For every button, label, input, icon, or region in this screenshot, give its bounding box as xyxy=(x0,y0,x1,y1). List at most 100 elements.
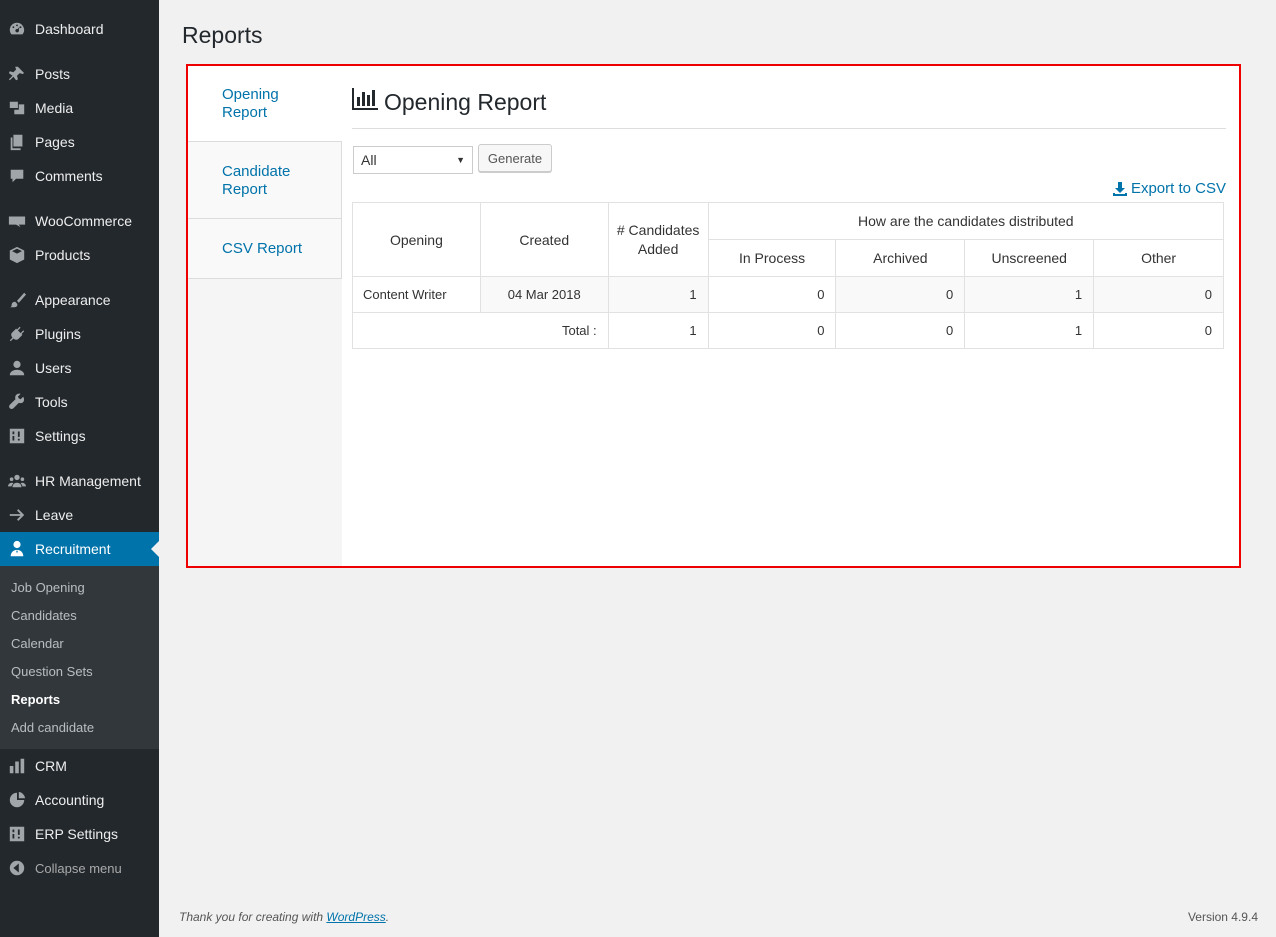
generate-button[interactable]: Generate xyxy=(478,144,552,172)
media-icon xyxy=(7,98,27,118)
menu-posts[interactable]: Posts xyxy=(0,57,159,91)
groups-icon xyxy=(7,471,27,491)
plug-icon xyxy=(7,324,27,344)
report-heading: Opening Report xyxy=(352,88,546,116)
col-header-opening: Opening xyxy=(352,202,481,277)
comment-icon xyxy=(7,166,27,186)
menu-label: Media xyxy=(35,100,74,116)
total-added: 1 xyxy=(607,312,709,349)
cell-in-process: 0 xyxy=(707,276,837,313)
col-header-distribution: How are the candidates distributed xyxy=(707,202,1225,240)
menu-hr-management[interactable]: HR Management xyxy=(0,464,159,498)
menu-leave[interactable]: Leave xyxy=(0,498,159,532)
cell-archived: 0 xyxy=(835,276,966,313)
menu-media[interactable]: Media xyxy=(0,91,159,125)
total-label: Total : xyxy=(352,312,609,349)
opening-report-table: Opening Created # Candidates Added How a… xyxy=(352,202,1225,349)
menu-crm[interactable]: CRM xyxy=(0,749,159,783)
tab-label: Opening Report xyxy=(222,86,279,121)
menu-label: CRM xyxy=(35,758,67,774)
pages-icon xyxy=(7,132,27,152)
col-header-created: Created xyxy=(479,202,609,277)
submenu-question-sets[interactable]: Question Sets xyxy=(11,664,93,679)
box-icon xyxy=(7,245,27,265)
export-csv-link[interactable]: Export to CSV xyxy=(1112,180,1226,197)
chevron-down-icon: ▼ xyxy=(456,155,465,165)
menu-users[interactable]: Users xyxy=(0,351,159,385)
col-header-unscreened: Unscreened xyxy=(964,239,1095,277)
report-panel: Opening Report Candidate Report CSV Repo… xyxy=(186,64,1241,568)
cell-unscreened: 1 xyxy=(964,276,1095,313)
menu-label: Pages xyxy=(35,134,75,150)
wordpress-link[interactable]: WordPress xyxy=(326,910,385,924)
menu-recruitment[interactable]: Recruitment xyxy=(0,532,159,566)
bar-chart-icon xyxy=(352,88,384,116)
menu-tools[interactable]: Tools xyxy=(0,385,159,419)
submenu-reports[interactable]: Reports xyxy=(11,692,60,707)
total-unscreened: 1 xyxy=(964,312,1095,349)
cell-other: 0 xyxy=(1093,276,1224,313)
table-row: Content Writer 04 Mar 2018 1 0 0 1 0 xyxy=(352,276,1224,313)
submenu-candidates[interactable]: Candidates xyxy=(11,608,77,623)
select-value: All xyxy=(361,152,377,168)
menu-label: Accounting xyxy=(35,792,105,808)
menu-accounting[interactable]: Accounting xyxy=(0,783,159,817)
menu-settings[interactable]: Settings xyxy=(0,419,159,453)
menu-label: Tools xyxy=(35,394,68,410)
submenu-add-candidate[interactable]: Add candidate xyxy=(11,720,94,735)
tab-opening-report[interactable]: Opening Report xyxy=(188,66,342,142)
total-in-process: 0 xyxy=(707,312,837,349)
menu-label: Leave xyxy=(35,507,74,523)
menu-label: Comments xyxy=(35,168,103,184)
collapse-icon xyxy=(7,858,27,878)
menu-dashboard[interactable]: Dashboard xyxy=(0,12,159,46)
tab-label: Candidate Report xyxy=(222,163,291,198)
menu-erp-settings[interactable]: ERP Settings xyxy=(0,817,159,851)
recruitment-submenu: Job Opening Candidates Calendar Question… xyxy=(0,566,159,749)
menu-label: ERP Settings xyxy=(35,826,119,842)
report-tabs: Opening Report Candidate Report CSV Repo… xyxy=(188,66,342,566)
menu-label: HR Management xyxy=(35,473,141,489)
admin-sidebar: Dashboard Posts Media Pages Comments Woo… xyxy=(0,0,159,937)
report-content: Opening Report All ▼ Generate Export to … xyxy=(352,66,1226,566)
submenu-job-opening[interactable]: Job Opening xyxy=(11,580,85,595)
cell-created: 04 Mar 2018 xyxy=(479,276,609,313)
collapse-menu-button[interactable]: Collapse menu xyxy=(0,851,159,885)
settings-icon xyxy=(7,824,27,844)
arrow-right-icon xyxy=(7,505,27,525)
total-other: 0 xyxy=(1093,312,1224,349)
menu-label: Plugins xyxy=(35,326,81,342)
menu-products[interactable]: Products xyxy=(0,238,159,272)
menu-label: Products xyxy=(35,247,91,263)
opening-filter-select[interactable]: All ▼ xyxy=(353,146,473,174)
footer-thanks-prefix: Thank you for creating with xyxy=(179,910,327,924)
menu-label: Users xyxy=(35,360,72,376)
total-row: Total : 1 0 0 1 0 xyxy=(352,312,1224,349)
menu-label: Appearance xyxy=(35,292,111,308)
menu-comments[interactable]: Comments xyxy=(0,159,159,193)
menu-plugins[interactable]: Plugins xyxy=(0,317,159,351)
footer-thanks: Thank you for creating with WordPress. xyxy=(179,910,389,924)
cell-opening: Content Writer xyxy=(352,276,481,313)
download-icon xyxy=(1112,181,1127,196)
businessman-icon xyxy=(7,539,27,559)
page-title: Reports xyxy=(182,22,263,48)
settings-icon xyxy=(7,426,27,446)
menu-label: Settings xyxy=(35,428,86,444)
brush-icon xyxy=(7,290,27,310)
dashboard-icon xyxy=(7,19,27,39)
menu-appearance[interactable]: Appearance xyxy=(0,283,159,317)
tab-csv-report[interactable]: CSV Report xyxy=(188,219,342,279)
report-heading-text: Opening Report xyxy=(384,88,547,115)
menu-label: Recruitment xyxy=(35,541,111,557)
export-label: Export to CSV xyxy=(1130,180,1226,197)
tab-candidate-report[interactable]: Candidate Report xyxy=(188,142,342,219)
pin-icon xyxy=(7,64,27,84)
menu-woocommerce[interactable]: WooCommerce xyxy=(0,204,159,238)
chart-bar-icon xyxy=(7,756,27,776)
menu-pages[interactable]: Pages xyxy=(0,125,159,159)
col-header-other: Other xyxy=(1093,239,1224,277)
submenu-calendar[interactable]: Calendar xyxy=(11,636,64,651)
version-text: Version 4.9.4 xyxy=(1187,910,1258,924)
wrench-icon xyxy=(7,392,27,412)
